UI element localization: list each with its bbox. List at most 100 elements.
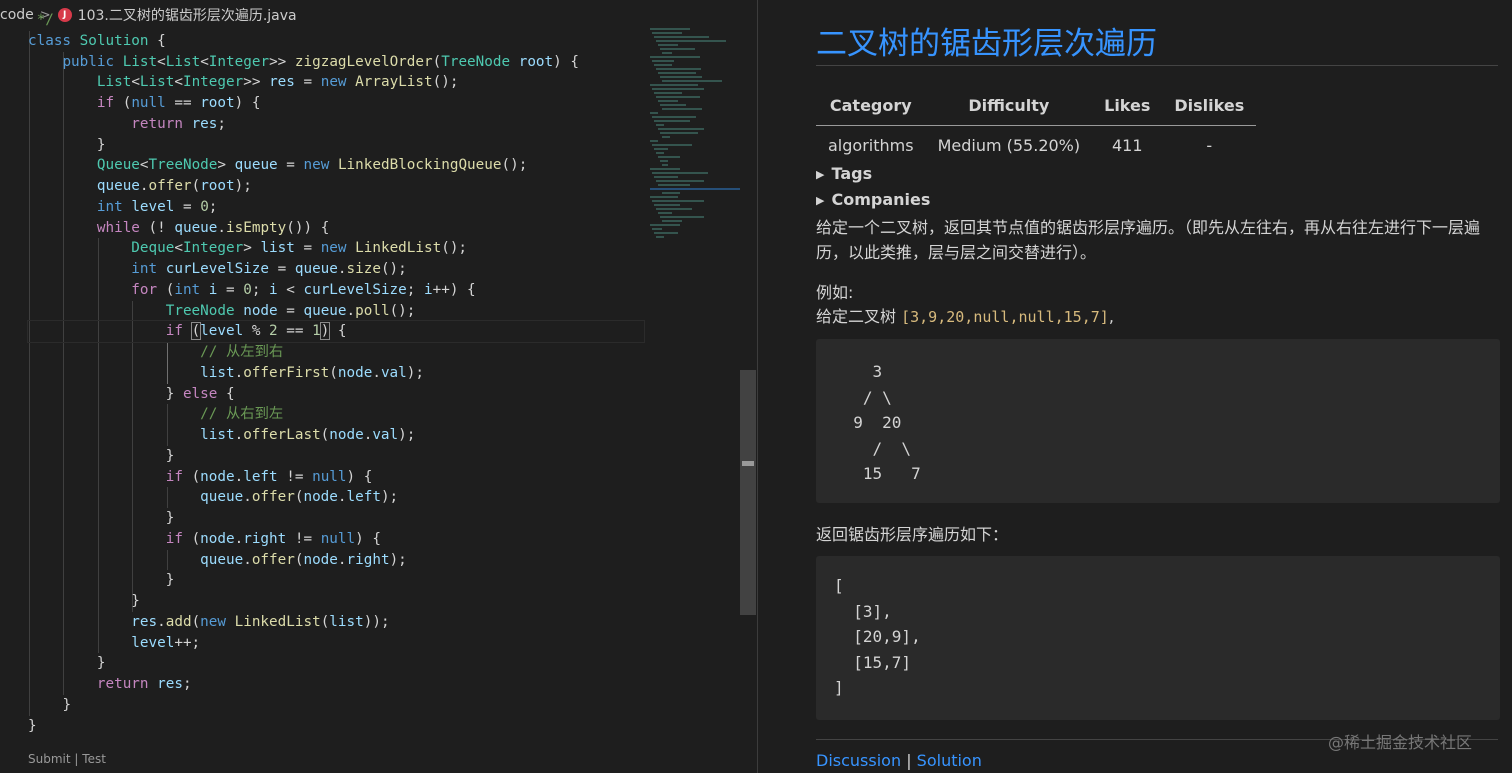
code-token: TreeNode (148, 157, 218, 174)
code-token: queue (174, 219, 218, 236)
code-token: new (320, 240, 356, 257)
code-block-line: 9 20 (834, 413, 902, 432)
triangle-right-icon: ▶ (816, 194, 825, 207)
minimap-line (654, 232, 678, 234)
code-line[interactable]: int level = 0; (28, 197, 644, 218)
vertical-scrollbar[interactable] (740, 370, 756, 615)
code-token: if (165, 323, 192, 340)
discussion-link[interactable]: Discussion (816, 751, 901, 770)
code-token: left (346, 489, 381, 506)
header-likes: Likes (1092, 90, 1163, 126)
code-token: } (96, 655, 106, 672)
given-prefix: 给定二叉树 (816, 307, 902, 326)
code-line[interactable]: level++; (28, 633, 644, 654)
companies-summary[interactable]: ▶ Companies (816, 190, 930, 209)
code-token: . (337, 551, 347, 568)
code-token: ( (191, 468, 201, 485)
code-token: = (217, 281, 244, 298)
code-line[interactable]: res.add(new LinkedList(list)); (28, 612, 644, 633)
code-token: ( (191, 178, 201, 194)
tags-summary[interactable]: ▶ Tags (816, 164, 872, 183)
code-block-line: ] (834, 678, 844, 697)
code-line[interactable]: // 从左到右 (28, 342, 644, 363)
code-token: > (217, 157, 235, 174)
code-line[interactable]: if (level % 2 == 1) { (27, 320, 645, 343)
minimap-line (654, 64, 672, 66)
minimap-line (660, 104, 686, 106)
code-token: queue (96, 178, 140, 194)
code-line[interactable]: if (node.left != null) { (28, 467, 644, 488)
code-block-line: [15,7] (834, 652, 912, 672)
code-line[interactable]: } (28, 695, 644, 716)
minimap[interactable] (650, 28, 740, 238)
code-line[interactable]: queue.offer(root); (28, 176, 644, 197)
code-line[interactable]: } (28, 570, 644, 591)
code-token: == (277, 323, 313, 340)
code-line[interactable]: queue.offer(node.right); (28, 550, 644, 571)
code-token: ( (320, 613, 330, 630)
code-token: = (294, 74, 321, 91)
code-line[interactable]: */ (28, 10, 644, 31)
minimap-line (650, 196, 678, 198)
code-line[interactable]: if (node.right != null) { (28, 529, 644, 550)
code-token: >> (269, 53, 295, 70)
minimap-line (660, 216, 704, 218)
code-token: add (165, 613, 192, 630)
code-line[interactable]: if (null == root) { (28, 93, 644, 114)
code-token: } (131, 593, 140, 609)
code-token: int (96, 198, 132, 215)
code-line[interactable]: } (28, 446, 644, 467)
code-line[interactable]: List<List<Integer>> res = new ArrayList(… (28, 72, 644, 93)
code-line[interactable]: } (28, 716, 644, 737)
code-token: offer (251, 551, 295, 568)
code-line[interactable]: list.offerLast(node.val); (28, 425, 644, 446)
test-codelens-link[interactable]: Test (82, 752, 106, 766)
code-token: list (329, 613, 364, 630)
code-token: ( (432, 53, 442, 70)
code-line[interactable]: } else { (28, 384, 644, 405)
code-line[interactable]: // 从右到左 (28, 404, 644, 425)
code-area[interactable]: */class Solution { public List<List<Inte… (27, 10, 645, 737)
minimap-line (650, 140, 658, 142)
code-token: LinkedBlockingQueue (337, 157, 502, 174)
code-token: . (337, 489, 347, 506)
code-line[interactable]: queue.offer(node.left); (28, 487, 644, 508)
code-token: < (139, 157, 149, 174)
minimap-line (654, 36, 709, 38)
code-token: < (200, 53, 209, 70)
code-block-line: 3 (834, 362, 883, 381)
minimap-line (652, 144, 692, 146)
minimap-line (656, 68, 701, 70)
code-editor[interactable]: code > J 103.二叉树的锯齿形层次遍历.java */class So… (0, 0, 757, 773)
code-line[interactable]: return res; (28, 674, 644, 695)
code-line[interactable]: } (28, 135, 644, 156)
code-line[interactable]: int curLevelSize = queue.size(); (28, 259, 644, 280)
code-token: Integer (182, 74, 244, 91)
code-token: Deque (131, 240, 175, 257)
code-token: level (131, 634, 175, 651)
code-line[interactable]: class Solution { (28, 31, 644, 52)
code-line[interactable]: for (int i = 0; i < curLevelSize; i++) { (28, 280, 644, 301)
code-token: // 从左到右 (200, 344, 284, 360)
code-line[interactable]: } (28, 591, 644, 612)
code-token: null (320, 530, 356, 547)
code-token: return (131, 115, 192, 132)
code-line[interactable]: while (! queue.isEmpty()) { (28, 218, 644, 239)
code-token: list (200, 364, 235, 381)
code-line[interactable]: Queue<TreeNode> queue = new LinkedBlocki… (28, 155, 644, 176)
code-line[interactable]: Deque<Integer> list = new LinkedList(); (28, 238, 644, 259)
solution-link[interactable]: Solution (917, 751, 982, 770)
code-token: LinkedList (234, 613, 321, 630)
code-token: offerFirst (243, 364, 330, 381)
code-line[interactable]: return res; (28, 114, 644, 135)
code-line[interactable]: TreeNode node = queue.poll(); (28, 301, 644, 322)
code-line[interactable]: list.offerFirst(node.val); (28, 363, 644, 384)
code-token: size (346, 261, 381, 277)
code-token: 2 (269, 323, 278, 340)
code-line[interactable]: public List<List<Integer>> zigzagLevelOr… (28, 52, 644, 73)
code-line[interactable]: } (28, 653, 644, 674)
submit-codelens-link[interactable]: Submit (28, 752, 71, 766)
code-token: List (96, 74, 132, 91)
code-token: res (131, 613, 158, 630)
code-line[interactable]: } (28, 508, 644, 529)
